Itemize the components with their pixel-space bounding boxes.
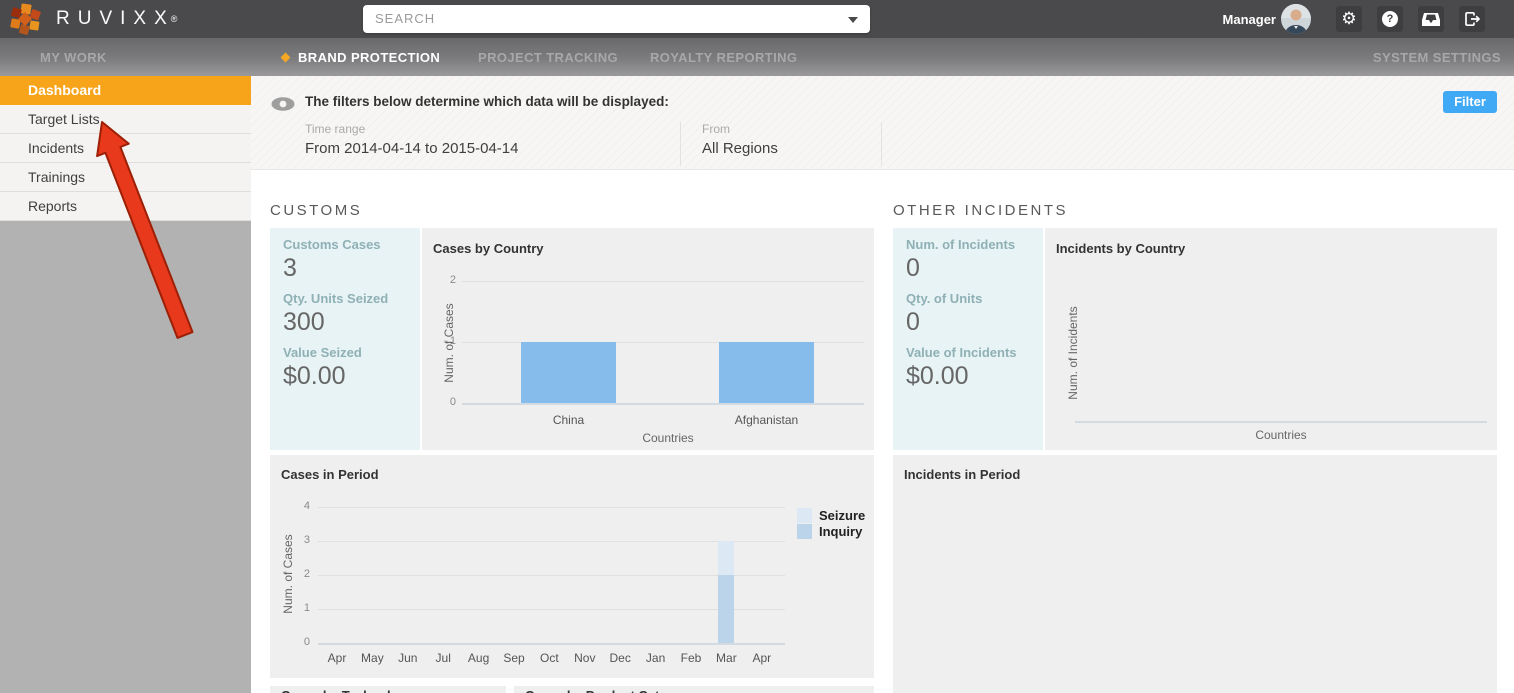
search-input[interactable]: [363, 5, 823, 31]
eye-icon: [271, 97, 295, 111]
cases-by-country-chart: Cases by Country Num. of Cases 0 1 2 China A…: [422, 228, 874, 450]
x-axis-label: Countries: [642, 431, 694, 445]
sidebar-item-reports[interactable]: Reports: [0, 192, 251, 221]
stat-value: 300: [283, 308, 325, 336]
cases-in-period-plot: 0 1 2 3 4 Apr May Jun Jul Aug Sep Oct Nov Dec Jan Feb Ma…: [270, 455, 874, 678]
stat-value: 0: [906, 254, 920, 282]
ruvixx-dashboard-page: RUVIXX® Manager ⚙ ?: [0, 0, 1514, 693]
filter-field-value[interactable]: All Regions: [702, 140, 778, 157]
sidebar-item-target-lists[interactable]: Target Lists: [0, 105, 251, 134]
stat-label: Value Seized: [283, 345, 362, 360]
global-search: [363, 5, 870, 33]
customs-stats-panel: Customs Cases 3 Qty. Units Seized 300 Va…: [270, 228, 420, 450]
logo-cubes-icon: [10, 2, 41, 35]
stat-value: $0.00: [283, 362, 346, 390]
stat-label: Num. of Incidents: [906, 237, 1016, 252]
chart-title: Cases by Product Category: [525, 688, 695, 693]
other-incidents-section-heading: OTHER INCIDENTS: [893, 202, 1069, 219]
sidebar-item-dashboard[interactable]: Dashboard: [0, 76, 251, 105]
tab-royalty-reporting[interactable]: ROYALTY REPORTING: [650, 38, 797, 76]
sign-out-button[interactable]: [1459, 6, 1485, 32]
y-axis-label: Num. of Incidents: [1066, 306, 1080, 400]
main-nav-bar: MY WORK BRAND PROTECTION PROJECT TRACKIN…: [0, 38, 1514, 76]
inbox-icon: [1422, 12, 1440, 26]
sidebar-item-trainings[interactable]: Trainings: [0, 163, 251, 192]
stat-value: 0: [906, 308, 920, 336]
filter-field-time-range[interactable]: Time range From 2014-04-14 to 2015-04-14: [305, 122, 518, 157]
legend-swatch-inquiry: [797, 524, 812, 539]
filter-field-label: From: [702, 122, 730, 136]
chart-legend: Seizure Inquiry: [797, 508, 865, 540]
stat-label: Qty. of Units: [906, 291, 983, 306]
legend-swatch-seizure: [797, 508, 812, 523]
sidebar-item-incidents[interactable]: Incidents: [0, 134, 251, 163]
filter-field-value[interactable]: From 2014-04-14 to 2015-04-14: [305, 140, 518, 157]
settings-button[interactable]: ⚙: [1336, 6, 1362, 32]
x-axis-label: Countries: [1255, 428, 1307, 442]
cases-by-technology-chart-cropped: Cases by Technology: [270, 686, 506, 693]
top-bar: RUVIXX® Manager ⚙ ?: [0, 0, 1514, 38]
filter-divider: [680, 122, 681, 166]
registered-mark: ®: [170, 14, 178, 24]
filter-button[interactable]: Filter: [1443, 91, 1497, 113]
user-role-label[interactable]: Manager: [1223, 12, 1276, 27]
other-incidents-stats-panel: Num. of Incidents 0 Qty. of Units 0 Valu…: [893, 228, 1043, 450]
customs-section-heading: CUSTOMS: [270, 202, 363, 219]
tab-brand-protection[interactable]: BRAND PROTECTION: [298, 38, 440, 76]
active-tab-diamond-icon: [280, 52, 291, 63]
left-sidebar: Dashboard Target Lists Incidents Trainin…: [0, 76, 251, 693]
legend-label: Inquiry: [819, 524, 863, 539]
brand-logo: RUVIXX ®: [8, 2, 177, 36]
stat-label: Value of Incidents: [906, 345, 1017, 360]
help-icon: ?: [1382, 11, 1398, 27]
stat-label: Qty. Units Seized: [283, 291, 389, 306]
cases-in-period-chart: Cases in Period Num. of Cases 0 1 2 3 4 Apr Ma…: [270, 455, 874, 678]
stat-value: $0.00: [906, 362, 969, 390]
tab-system-settings[interactable]: SYSTEM SETTINGS: [1373, 38, 1501, 76]
chart-title: Incidents by Country: [1056, 241, 1186, 256]
search-dropdown-caret-icon[interactable]: [848, 17, 858, 23]
filter-field-region[interactable]: From All Regions: [702, 122, 778, 157]
cases-by-country-plot: 0 1 2 China Afghanistan: [422, 228, 874, 450]
incidents-by-country-chart: Incidents by Country Num. of Incidents C…: [1045, 228, 1497, 450]
x-axis-line: [1075, 421, 1487, 423]
inbox-button[interactable]: [1418, 6, 1444, 32]
filter-bar: The filters below determine which data w…: [251, 76, 1514, 170]
tab-project-tracking[interactable]: PROJECT TRACKING: [478, 38, 618, 76]
filter-field-label: Time range: [305, 122, 366, 136]
chart-title: Incidents in Period: [904, 467, 1021, 482]
user-avatar[interactable]: [1281, 4, 1311, 34]
help-button[interactable]: ?: [1377, 6, 1403, 32]
brand-name: RUVIXX: [56, 8, 175, 29]
tab-my-work[interactable]: MY WORK: [40, 38, 107, 76]
incidents-in-period-chart: Incidents in Period: [893, 455, 1497, 693]
filter-divider: [881, 122, 882, 166]
stat-label: Customs Cases: [283, 237, 381, 252]
filter-heading: The filters below determine which data w…: [305, 94, 669, 109]
legend-label: Seizure: [819, 508, 866, 523]
sign-out-icon: [1465, 11, 1481, 27]
top-right-cluster: Manager ⚙ ?: [1223, 0, 1485, 38]
gear-icon: ⚙: [1341, 8, 1357, 29]
stat-value: 3: [283, 254, 297, 282]
cases-by-product-category-chart-cropped: Cases by Product Category: [514, 686, 874, 693]
chart-title: Cases by Technology: [281, 688, 414, 693]
